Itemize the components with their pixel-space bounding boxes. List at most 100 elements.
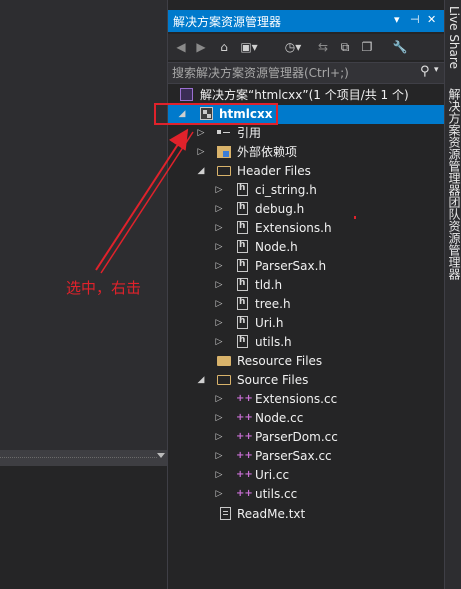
tab-team-explorer[interactable]: 团队资源管理器 [446,196,461,280]
sync-icon[interactable]: ⇆ [316,39,330,55]
scroll-dropdown-icon[interactable] [157,453,165,458]
collapse-all-icon[interactable]: ⧉ [338,39,352,55]
header-file-icon: h [237,221,248,234]
collapsed-icon[interactable]: ▷ [214,411,224,425]
collapsed-icon[interactable]: ▷ [214,316,224,330]
tree-item-readme[interactable]: ReadMe.txt [168,505,444,524]
stray-mark [354,216,356,219]
close-icon[interactable]: ✕ [427,13,436,27]
collapsed-icon[interactable]: ▷ [214,335,224,349]
scrollbar-track [0,457,157,458]
file-label: Node.cc [255,411,304,425]
collapsed-icon[interactable]: ▷ [214,430,224,444]
tree-item-file[interactable]: ▷ h ParserSax.h [168,257,444,276]
show-all-files-icon[interactable]: ❐ [360,39,374,55]
switch-views-icon[interactable]: ▣▾ [236,39,262,55]
file-label: Uri.h [255,316,284,330]
header-file-icon: h [237,183,248,196]
search-icon[interactable]: ⚲ [420,64,430,79]
file-label: utils.h [255,335,292,349]
collapsed-icon[interactable]: ▷ [214,202,224,216]
collapsed-icon[interactable]: ▷ [214,221,224,235]
tree-item-resource-files[interactable]: Resource Files [168,352,444,371]
tree-item-file[interactable]: ▷ h ci_string.h [168,181,444,200]
tree-item-file[interactable]: ▷ h utils.h [168,333,444,352]
collapsed-icon[interactable]: ▷ [196,126,206,140]
file-label: Node.h [255,240,298,254]
editor-pane[interactable] [0,0,167,440]
home-icon[interactable]: ⌂ [216,39,232,55]
header-file-icon: h [237,240,248,253]
external-dependencies-icon [217,146,231,158]
cpp-file-icon: ++ [236,393,253,404]
tab-solution-explorer[interactable]: 解决方案资源管理器 [446,88,461,196]
tab-live-share[interactable]: Live Share [446,6,461,69]
file-label: utils.cc [255,487,298,501]
file-label: Uri.cc [255,468,290,482]
collapsed-icon[interactable]: ▷ [214,487,224,501]
search-input[interactable] [172,65,412,81]
header-file-icon: h [237,278,248,291]
pin-icon[interactable]: ⊣ [410,13,420,27]
file-label: ci_string.h [255,183,317,197]
tree-item-file[interactable]: ▷ ++ ParserDom.cc [168,428,444,447]
tree-item-file[interactable]: ▷ ++ Extensions.cc [168,390,444,409]
expanded-icon[interactable]: ◢ [196,164,206,178]
tree-item-file[interactable]: ▷ ++ utils.cc [168,485,444,504]
file-label: ParserSax.h [255,259,327,273]
tree-item-file[interactable]: ▷ h Node.h [168,238,444,257]
solution-label: 解决方案“htmlcxx”(1 个项目/共 1 个) [200,88,409,102]
forward-icon[interactable]: ▶ [194,39,208,55]
file-label: Extensions.h [255,221,332,235]
expanded-icon[interactable]: ◢ [196,373,206,387]
search-box[interactable]: ⚲ ▾ [168,62,444,84]
tree-item-file[interactable]: ▷ ++ Uri.cc [168,466,444,485]
panel-title-bar[interactable]: 解决方案资源管理器 ▾ ⊣ ✕ [168,10,444,32]
tree-item-file[interactable]: ▷ ++ ParserSax.cc [168,447,444,466]
solution-explorer-panel: 解决方案资源管理器 ▾ ⊣ ✕ ◀ ▶ ⌂ ▣▾ ◷▾ ⇆ ⧉ ❐ 🔧 ⚲ ▾ … [167,0,444,589]
text-file-icon [220,507,231,520]
references-label: 引用 [237,126,262,140]
back-icon[interactable]: ◀ [174,39,188,55]
collapsed-icon[interactable]: ▷ [214,297,224,311]
file-label: tree.h [255,297,291,311]
tree-item-external-dependencies[interactable]: ▷ 外部依赖项 [168,143,444,162]
folder-open-icon [217,166,231,176]
panel-toolbar: ◀ ▶ ⌂ ▣▾ ◷▾ ⇆ ⧉ ❐ 🔧 [168,34,444,60]
tree-item-file[interactable]: ▷ h Uri.h [168,314,444,333]
tree-item-file[interactable]: ▷ h tld.h [168,276,444,295]
collapsed-icon[interactable]: ▷ [214,468,224,482]
collapsed-icon[interactable]: ▷ [214,278,224,292]
references-icon [217,128,231,138]
collapsed-icon[interactable]: ▷ [214,183,224,197]
header-files-label: Header Files [237,164,311,178]
folder-icon [217,356,231,366]
tree-item-references[interactable]: ▷ 引用 [168,124,444,143]
collapsed-icon[interactable]: ▷ [214,392,224,406]
tree-item-file[interactable]: ▷ h debug.h [168,200,444,219]
cpp-file-icon: ++ [236,450,253,461]
cpp-file-icon: ++ [236,412,253,423]
search-options-dropdown-icon[interactable]: ▾ [434,65,439,75]
collapsed-icon[interactable]: ▷ [196,145,206,159]
tree-item-file[interactable]: ▷ h tree.h [168,295,444,314]
tree-item-file[interactable]: ▷ ++ Node.cc [168,409,444,428]
output-pane[interactable] [0,466,167,589]
editor-horizontal-scrollbar[interactable] [0,450,167,466]
file-label: tld.h [255,278,283,292]
collapsed-icon[interactable]: ▷ [214,240,224,254]
tree-item-header-files[interactable]: ◢ Header Files [168,162,444,181]
header-file-icon: h [237,316,248,329]
window-position-dropdown-icon[interactable]: ▾ [394,13,400,27]
tree-item-file[interactable]: ▷ h Extensions.h [168,219,444,238]
header-file-icon: h [237,202,248,215]
tree-item-source-files[interactable]: ◢ Source Files [168,371,444,390]
side-tab-strip: Live Share 解决方案资源管理器 团队资源管理器 [444,0,461,589]
properties-icon[interactable]: 🔧 [392,39,408,55]
history-icon[interactable]: ◷▾ [280,39,306,55]
source-files-label: Source Files [237,373,309,387]
collapsed-icon[interactable]: ▷ [214,449,224,463]
collapsed-icon[interactable]: ▷ [214,259,224,273]
file-label: ReadMe.txt [237,507,306,521]
header-file-icon: h [237,259,248,272]
